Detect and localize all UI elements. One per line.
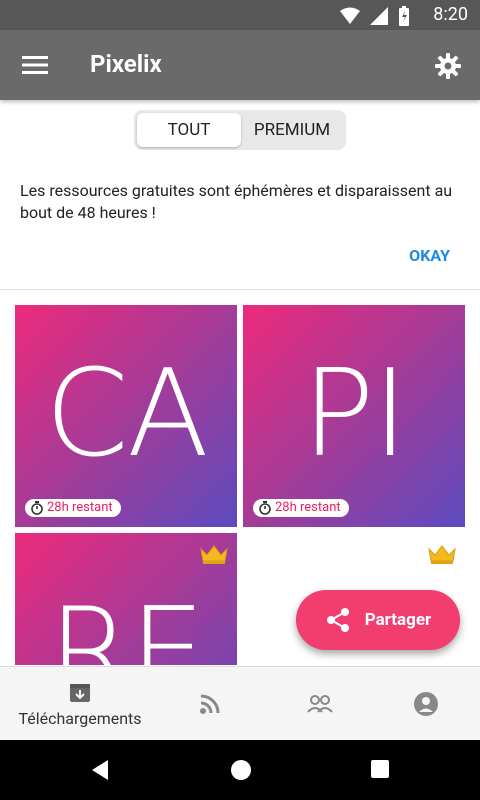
share-label: Partager bbox=[364, 610, 432, 630]
okay-button[interactable]: OKAY bbox=[409, 246, 450, 265]
app-title: Pixelix bbox=[90, 50, 162, 78]
timer-icon bbox=[259, 501, 271, 515]
timer-icon bbox=[31, 501, 43, 515]
nav-profile[interactable] bbox=[386, 667, 466, 741]
resource-card[interactable]: CA 28h restant bbox=[15, 305, 237, 527]
resource-card[interactable]: PI 28h restant bbox=[243, 305, 465, 527]
people-icon bbox=[307, 695, 333, 713]
share-icon bbox=[326, 608, 349, 632]
card-preview-text: PI bbox=[302, 345, 408, 484]
filter-toggle: TOUT PREMIUM bbox=[134, 110, 346, 150]
crown-icon bbox=[428, 545, 456, 564]
rss-icon bbox=[200, 694, 220, 714]
back-icon[interactable] bbox=[90, 759, 110, 781]
time-remaining-text: 28h restant bbox=[47, 500, 113, 515]
free-resources-notice: Les ressources gratuites sont éphémères … bbox=[20, 181, 453, 222]
nav-community[interactable] bbox=[280, 667, 360, 741]
signal-icon bbox=[370, 7, 388, 25]
app-bar: Pixelix bbox=[0, 30, 480, 100]
nav-downloads[interactable]: Téléchargements bbox=[8, 667, 152, 741]
resource-card[interactable]: RE bbox=[15, 533, 237, 665]
status-bar: 8:20 bbox=[0, 0, 480, 30]
battery-icon bbox=[399, 6, 409, 26]
bottom-navigation: Téléchargements bbox=[0, 666, 480, 741]
card-preview-text: RE bbox=[48, 583, 205, 665]
divider bbox=[0, 289, 480, 290]
status-icons bbox=[340, 6, 410, 26]
recents-icon[interactable] bbox=[370, 759, 390, 779]
status-time: 8:20 bbox=[433, 4, 468, 25]
time-remaining-badge: 28h restant bbox=[253, 499, 349, 517]
gear-icon[interactable] bbox=[434, 52, 462, 80]
account-icon bbox=[414, 692, 438, 716]
system-navigation-bar bbox=[0, 740, 480, 800]
menu-icon[interactable] bbox=[22, 54, 48, 76]
download-archive-icon bbox=[70, 683, 90, 702]
nav-downloads-label: Téléchargements bbox=[18, 708, 142, 728]
tab-all[interactable]: TOUT bbox=[137, 113, 241, 147]
crown-icon bbox=[200, 545, 228, 564]
tab-premium[interactable]: PREMIUM bbox=[242, 113, 342, 147]
share-button[interactable]: Partager bbox=[296, 590, 460, 650]
nav-feed[interactable] bbox=[170, 667, 250, 741]
home-icon[interactable] bbox=[230, 759, 252, 781]
card-preview-text: CA bbox=[45, 345, 209, 484]
time-remaining-badge: 28h restant bbox=[25, 499, 121, 517]
time-remaining-text: 28h restant bbox=[275, 500, 341, 515]
wifi-icon bbox=[340, 7, 360, 24]
